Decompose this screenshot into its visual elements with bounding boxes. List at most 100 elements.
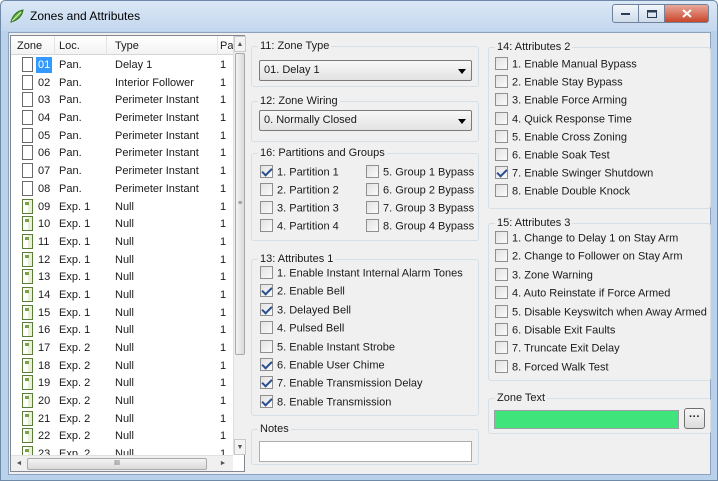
table-row[interactable]: 20 Exp. 2 Null 1 <box>11 392 233 410</box>
attribute1-checkbox-8[interactable]: 8. Enable Transmission <box>260 394 391 412</box>
scroll-left-button[interactable]: ◄ <box>12 458 26 470</box>
checkbox-unchecked-icon[interactable] <box>495 267 508 281</box>
maximize-button[interactable] <box>639 4 665 23</box>
column-header-zone[interactable]: Zone <box>17 40 42 52</box>
checkbox-checked-icon[interactable] <box>260 284 273 298</box>
zone-text-browse-button[interactable]: ··· <box>684 408 705 429</box>
table-row[interactable]: 07 Pan. Perimeter Instant 1 <box>11 162 233 180</box>
checkbox-unchecked-icon[interactable] <box>495 231 508 244</box>
partition-checkbox-3[interactable]: 3. Partition 3 <box>260 201 339 218</box>
attribute3-checkbox-8[interactable]: 8. Forced Walk Test <box>495 359 609 377</box>
scroll-down-button[interactable]: ▼ <box>234 439 246 455</box>
attribute2-checkbox-3[interactable]: 3. Enable Force Arming <box>495 93 627 110</box>
partition-checkbox-6[interactable]: 6. Group 2 Bypass <box>366 183 474 200</box>
checkbox-checked-icon[interactable] <box>260 358 273 371</box>
checkbox-unchecked-icon[interactable] <box>495 148 508 161</box>
checkbox-unchecked-icon[interactable] <box>260 219 273 232</box>
checkbox-unchecked-icon[interactable] <box>260 201 273 214</box>
checkbox-unchecked-icon[interactable] <box>260 266 273 279</box>
table-row[interactable]: 12 Exp. 1 Null 1 <box>11 251 233 269</box>
attribute3-checkbox-4[interactable]: 4. Auto Reinstate if Force Armed <box>495 286 670 303</box>
minimize-button[interactable] <box>612 4 639 23</box>
table-row[interactable]: 22 Exp. 2 Null 1 <box>11 427 233 445</box>
zone-list[interactable]: Zone Loc. Type Pa 01 Pan. Delay 1 1 02 Pan. In… <box>10 35 246 472</box>
column-header-loc[interactable]: Loc. <box>59 40 80 52</box>
partition-checkbox-8[interactable]: 8. Group 4 Bypass <box>366 219 474 236</box>
partition-checkbox-7[interactable]: 7. Group 3 Bypass <box>366 201 474 218</box>
checkbox-unchecked-icon[interactable] <box>366 183 379 196</box>
checkbox-unchecked-icon[interactable] <box>366 219 379 232</box>
checkbox-checked-icon[interactable] <box>260 394 273 408</box>
attribute2-checkbox-8[interactable]: 8. Enable Double Knock <box>495 184 630 201</box>
partition-checkbox-2[interactable]: 2. Partition 2 <box>260 183 339 200</box>
checkbox-unchecked-icon[interactable] <box>495 304 508 318</box>
table-row[interactable]: 21 Exp. 2 Null 1 <box>11 410 233 428</box>
zone-wiring-select[interactable]: 0. Normally Closed <box>259 110 472 131</box>
table-row[interactable]: 11 Exp. 1 Null 1 <box>11 233 233 251</box>
partition-checkbox-5[interactable]: 5. Group 1 Bypass <box>366 165 474 182</box>
checkbox-unchecked-icon[interactable] <box>260 339 273 353</box>
attribute3-checkbox-2[interactable]: 2. Change to Follower on Stay Arm <box>495 249 683 266</box>
table-row[interactable]: 05 Pan. Perimeter Instant 1 <box>11 127 233 145</box>
scroll-up-button[interactable]: ▲ <box>234 36 246 52</box>
attribute1-checkbox-5[interactable]: 5. Enable Instant Strobe <box>260 339 395 357</box>
checkbox-checked-icon[interactable] <box>260 376 273 390</box>
column-header-pa[interactable]: Pa <box>220 40 233 52</box>
table-row[interactable]: 14 Exp. 1 Null 1 <box>11 286 233 304</box>
attribute2-checkbox-4[interactable]: 4. Quick Response Time <box>495 111 632 129</box>
table-row[interactable]: 08 Pan. Perimeter Instant 1 <box>11 180 233 198</box>
checkbox-unchecked-icon[interactable] <box>495 111 508 125</box>
checkbox-unchecked-icon[interactable] <box>366 165 379 178</box>
horizontal-scroll-thumb[interactable]: III <box>27 458 207 470</box>
checkbox-checked-icon[interactable] <box>260 302 273 316</box>
checkbox-unchecked-icon[interactable] <box>495 323 508 336</box>
attribute2-checkbox-6[interactable]: 6. Enable Soak Test <box>495 148 610 165</box>
checkbox-checked-icon[interactable] <box>260 165 273 178</box>
notes-input[interactable] <box>259 441 472 462</box>
horizontal-scrollbar[interactable]: ◄ III ► <box>11 455 233 471</box>
table-row[interactable]: 06 Pan. Perimeter Instant 1 <box>11 144 233 162</box>
column-header-type[interactable]: Type <box>115 40 139 52</box>
checkbox-unchecked-icon[interactable] <box>495 341 508 355</box>
checkbox-unchecked-icon[interactable] <box>260 321 273 335</box>
title-bar[interactable]: Zones and Attributes <box>1 1 717 31</box>
table-row[interactable]: 17 Exp. 2 Null 1 <box>11 339 233 357</box>
attribute1-checkbox-2[interactable]: 2. Enable Bell <box>260 284 345 301</box>
attribute1-checkbox-1[interactable]: 1. Enable Instant Internal Alarm Tones <box>260 266 463 283</box>
table-row[interactable]: 19 Exp. 2 Null 1 <box>11 374 233 392</box>
attribute1-checkbox-7[interactable]: 7. Enable Transmission Delay <box>260 376 423 393</box>
attribute3-checkbox-5[interactable]: 5. Disable Keyswitch when Away Armed <box>495 304 707 322</box>
checkbox-unchecked-icon[interactable] <box>495 93 508 107</box>
vertical-scrollbar[interactable]: ▲ ≡ ▼ <box>233 36 246 455</box>
checkbox-unchecked-icon[interactable] <box>495 359 508 373</box>
checkbox-unchecked-icon[interactable] <box>495 286 508 300</box>
checkbox-unchecked-icon[interactable] <box>495 57 508 70</box>
attribute1-checkbox-4[interactable]: 4. Pulsed Bell <box>260 321 344 338</box>
vertical-scroll-thumb[interactable]: ≡ <box>235 53 245 355</box>
close-button[interactable] <box>665 4 709 23</box>
table-row[interactable]: 02 Pan. Interior Follower 1 <box>11 74 233 92</box>
table-row[interactable]: 15 Exp. 1 Null 1 <box>11 304 233 322</box>
zone-text-input[interactable] <box>494 410 679 429</box>
attribute3-checkbox-1[interactable]: 1. Change to Delay 1 on Stay Arm <box>495 231 678 248</box>
checkbox-unchecked-icon[interactable] <box>495 184 508 198</box>
checkbox-unchecked-icon[interactable] <box>495 75 508 89</box>
table-row[interactable]: 09 Exp. 1 Null 1 <box>11 198 233 216</box>
table-row[interactable]: 03 Pan. Perimeter Instant 1 <box>11 91 233 109</box>
partition-checkbox-1[interactable]: 1. Partition 1 <box>260 165 339 182</box>
table-row[interactable]: 16 Exp. 1 Null 1 <box>11 321 233 339</box>
attribute1-checkbox-3[interactable]: 3. Delayed Bell <box>260 302 351 320</box>
checkbox-unchecked-icon[interactable] <box>366 201 379 214</box>
attribute2-checkbox-7[interactable]: 7. Enable Swinger Shutdown <box>495 166 653 183</box>
scroll-right-button[interactable]: ► <box>216 458 230 470</box>
checkbox-checked-icon[interactable] <box>495 166 508 180</box>
attribute3-checkbox-7[interactable]: 7. Truncate Exit Delay <box>495 341 620 358</box>
checkbox-unchecked-icon[interactable] <box>495 129 508 143</box>
table-row[interactable]: 04 Pan. Perimeter Instant 1 <box>11 109 233 127</box>
table-row[interactable]: 01 Pan. Delay 1 1 <box>11 56 233 74</box>
attribute1-checkbox-6[interactable]: 6. Enable User Chime <box>260 358 385 375</box>
attribute2-checkbox-2[interactable]: 2. Enable Stay Bypass <box>495 75 623 92</box>
attribute2-checkbox-5[interactable]: 5. Enable Cross Zoning <box>495 129 627 147</box>
checkbox-unchecked-icon[interactable] <box>495 249 508 263</box>
partition-checkbox-4[interactable]: 4. Partition 4 <box>260 219 339 236</box>
